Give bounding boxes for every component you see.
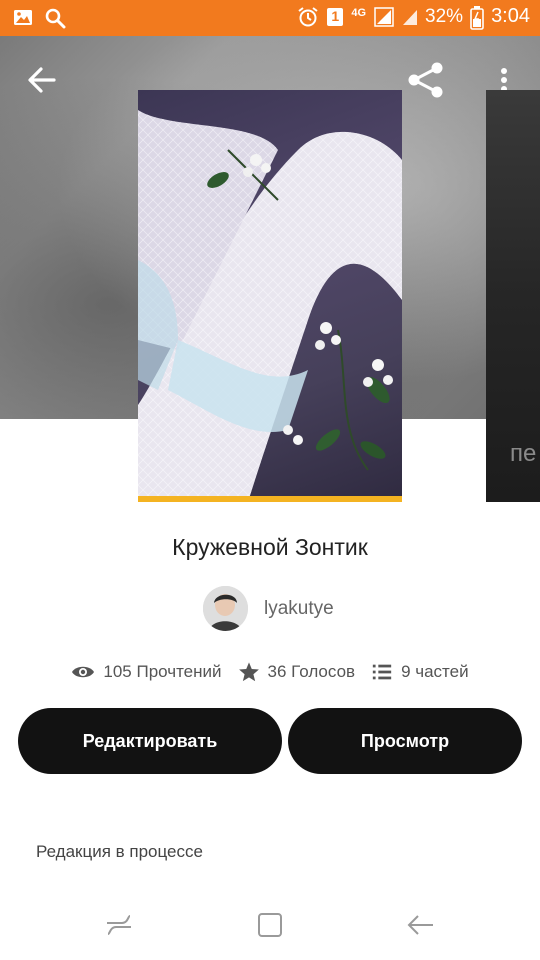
signal-2-icon xyxy=(402,6,418,28)
nav-back-button[interactable] xyxy=(406,910,436,940)
story-title: Кружевной Зонтик xyxy=(172,534,368,560)
status-bar: 1 4G 32% 3:04 xyxy=(0,0,540,36)
signal-icon xyxy=(373,6,395,28)
back-icon xyxy=(407,915,433,935)
next-story-cover[interactable]: пе xyxy=(486,90,540,502)
eye-icon xyxy=(72,666,95,678)
votes-count: 36 Голосов xyxy=(267,662,356,681)
home-icon xyxy=(258,913,282,937)
home-button[interactable] xyxy=(255,910,285,940)
parts-count: 9 частей xyxy=(401,662,469,681)
image-icon xyxy=(12,7,34,29)
list-icon xyxy=(372,664,392,680)
story-cover[interactable] xyxy=(138,90,402,502)
cover-illustration xyxy=(138,110,402,502)
recent-apps-icon xyxy=(107,915,131,935)
parts-stat: 9 частей xyxy=(371,661,469,683)
edit-status-text: Редакция в процессе xyxy=(36,842,203,861)
battery-icon xyxy=(470,5,484,30)
author-name: lyakutye xyxy=(264,597,334,619)
search-icon xyxy=(44,7,66,29)
arrow-left-icon xyxy=(28,67,56,93)
reads-count: 105 Прочтений xyxy=(103,662,222,681)
network-type: 4G xyxy=(351,6,367,19)
edit-button[interactable]: Редактировать xyxy=(18,708,282,774)
star-icon xyxy=(238,662,259,682)
avatar xyxy=(203,586,248,631)
system-navbar xyxy=(0,890,540,960)
author-link[interactable]: lyakutye xyxy=(203,586,334,631)
sim-icon: 1 xyxy=(326,6,344,28)
next-cover-text: пе xyxy=(510,440,537,467)
alarm-icon xyxy=(297,6,319,28)
clock: 3:04 xyxy=(491,5,530,27)
cover-accent-bar xyxy=(138,496,402,502)
view-button[interactable]: Просмотр xyxy=(288,708,522,774)
battery-percent: 32% xyxy=(425,5,464,27)
reads-stat: 105 Прочтений xyxy=(71,660,222,684)
recent-apps-button[interactable] xyxy=(104,910,134,940)
back-button[interactable] xyxy=(22,60,62,100)
story-stats: 105 Прочтений 36 Голосов 9 частей xyxy=(0,660,540,684)
share-button[interactable] xyxy=(404,58,448,102)
share-icon xyxy=(408,62,443,98)
votes-stat: 36 Голосов xyxy=(238,661,356,683)
